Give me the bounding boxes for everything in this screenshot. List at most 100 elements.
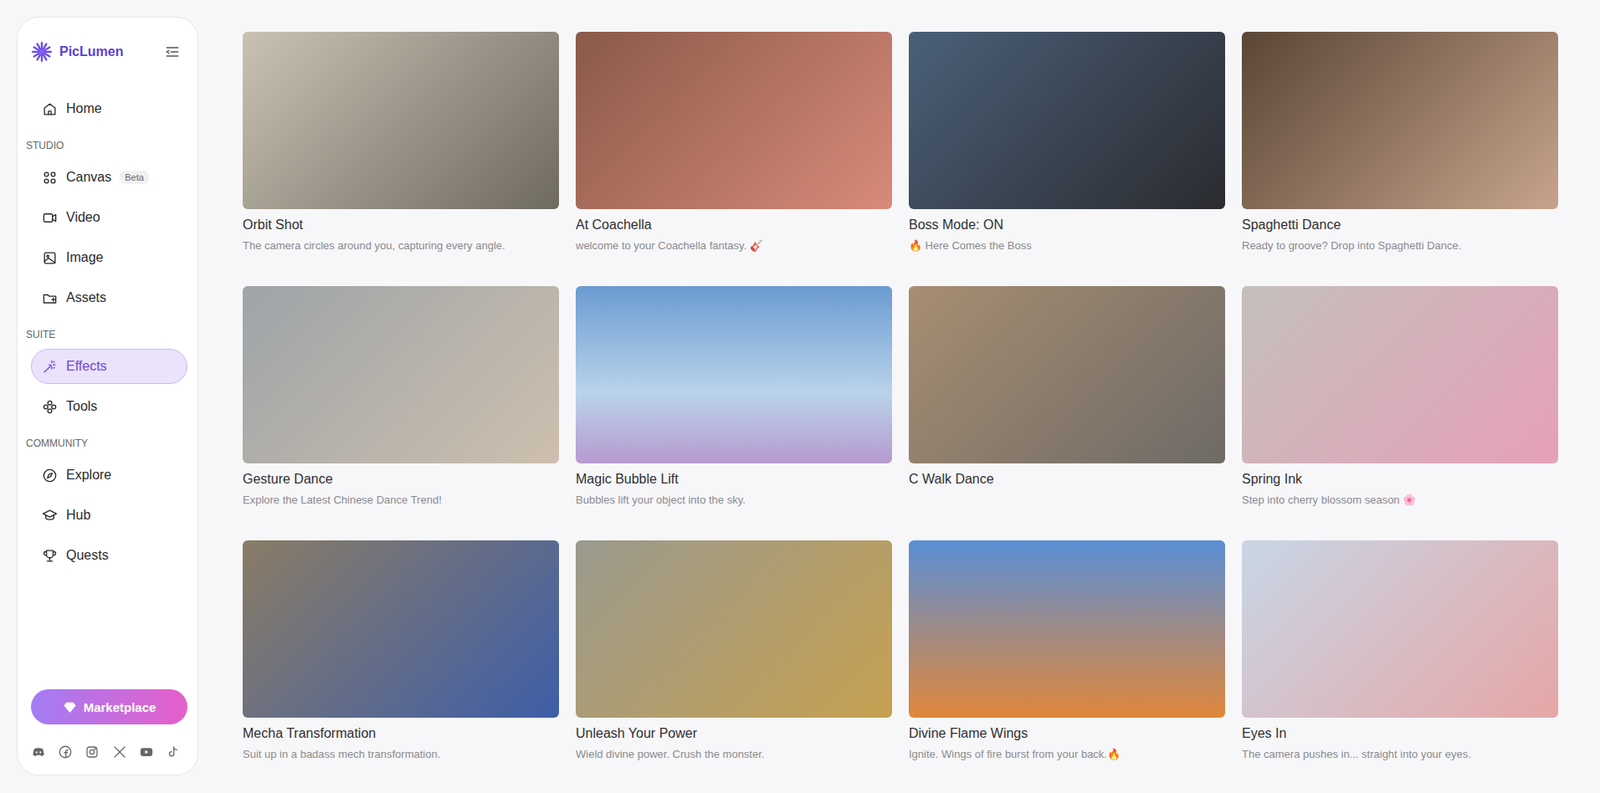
diamond-icon [62, 700, 77, 715]
section-label: COMMUNITY [15, 429, 188, 453]
effect-card[interactable]: Unleash Your Power Wield divine power. C… [575, 540, 893, 774]
sidebar-item[interactable]: Quests [30, 538, 188, 574]
sidebar-item-label: Quests [66, 548, 109, 564]
effect-preview [242, 540, 559, 718]
effect-card[interactable]: At Coachella welcome to your Coachella f… [575, 31, 893, 265]
sidebar: PicLumen Home STUDIO Canvas Beta Video I… [16, 16, 199, 776]
effects-grid: Orbit Shot The camera circles around you… [242, 31, 1559, 774]
effect-card[interactable]: Eyes In The camera pushes in... straight… [1241, 540, 1559, 774]
explore-icon [41, 467, 58, 484]
effect-description: Ignite. Wings of fire burst from your ba… [908, 748, 1226, 761]
effect-title: Orbit Shot [242, 217, 559, 233]
effect-title: Eyes In [1241, 726, 1559, 742]
effect-description: The camera pushes in... straight into yo… [1241, 748, 1559, 761]
sidebar-item-label: Assets [66, 290, 107, 306]
effect-description: Suit up in a badass mech transformation. [242, 748, 559, 761]
sidebar-item[interactable]: Video [30, 200, 188, 236]
effect-card[interactable]: C Walk Dance [908, 286, 1226, 519]
effects-icon [41, 358, 58, 375]
effect-title: Magic Bubble Lift [575, 471, 893, 488]
canvas-icon [41, 169, 58, 186]
effect-description: The camera circles around you, capturing… [242, 239, 559, 252]
effect-preview [242, 286, 559, 464]
section-label: STUDIO [15, 131, 188, 155]
logo-text: PicLumen [59, 44, 124, 60]
social-links [30, 744, 188, 760]
effect-preview [908, 286, 1226, 464]
video-icon [41, 210, 58, 226]
hub-icon [41, 507, 58, 524]
sidebar-item[interactable]: Assets [30, 280, 188, 316]
section-label: SUITE [15, 320, 188, 344]
effect-title: C Walk Dance [908, 471, 1226, 488]
effect-preview [242, 31, 559, 210]
effect-card[interactable]: Spring Ink Step into cherry blossom seas… [1241, 286, 1559, 519]
marketplace-button[interactable]: Marketplace [30, 689, 188, 725]
effect-card[interactable]: Orbit Shot The camera circles around you… [242, 31, 559, 265]
effect-title: Boss Mode: ON [908, 217, 1226, 233]
effect-description: 🔥 Here Comes the Boss [908, 239, 1226, 252]
sidebar-item-label: Explore [66, 467, 112, 483]
collapse-icon[interactable] [164, 43, 181, 61]
effect-preview [1241, 286, 1559, 464]
effect-preview [575, 286, 893, 464]
sidebar-item[interactable]: Tools [30, 389, 188, 425]
marketplace-label: Marketplace [83, 700, 157, 715]
image-icon [41, 250, 58, 267]
effects-gallery: Orbit Shot The camera circles around you… [198, 0, 1600, 774]
effect-card[interactable]: Boss Mode: ON 🔥 Here Comes the Boss [908, 31, 1226, 265]
effect-card[interactable]: Mecha Transformation Suit up in a badass… [242, 540, 559, 774]
effect-description: Bubbles lift your object into the sky. [575, 493, 893, 507]
effect-title: Gesture Dance [242, 471, 559, 488]
sidebar-section: COMMUNITY Explore Hub Quests [30, 429, 188, 574]
effect-preview [1241, 540, 1559, 718]
effect-preview [908, 31, 1226, 210]
sidebar-item-label: Tools [66, 399, 98, 415]
effect-card[interactable]: Gesture Dance Explore the Latest Chinese… [242, 286, 559, 519]
discord-icon[interactable] [30, 744, 47, 760]
sidebar-item-label: Home [66, 101, 103, 117]
beta-badge: Beta [119, 170, 149, 185]
sidebar-section: Home [30, 91, 188, 127]
youtube-icon[interactable] [138, 744, 154, 760]
sidebar-section: STUDIO Canvas Beta Video Image Assets [30, 131, 188, 316]
sidebar-item-label: Effects [66, 358, 108, 375]
effect-preview [1241, 31, 1559, 210]
effect-preview [575, 540, 893, 718]
sidebar-item[interactable]: Canvas Beta [30, 159, 188, 195]
app-root: PicLumen Home STUDIO Canvas Beta Video I… [0, 0, 1600, 793]
assets-icon [41, 290, 58, 307]
effect-title: Spaghetti Dance [1241, 217, 1559, 233]
effect-preview [908, 540, 1226, 718]
logo[interactable]: PicLumen [30, 41, 124, 63]
effect-card[interactable]: Divine Flame Wings Ignite. Wings of fire… [908, 540, 1226, 774]
effect-card[interactable]: Magic Bubble Lift Bubbles lift your obje… [575, 286, 893, 519]
sidebar-item[interactable]: Hub [30, 497, 188, 534]
sidebar-item-label: Video [66, 210, 101, 226]
x-icon[interactable] [112, 744, 128, 760]
effect-title: Spring Ink [1241, 471, 1559, 488]
logo-icon [30, 41, 53, 63]
effect-description: Ready to groove? Drop into Spaghetti Dan… [1241, 239, 1559, 252]
effect-card[interactable]: Spaghetti Dance Ready to groove? Drop in… [1241, 31, 1559, 265]
effect-description: Explore the Latest Chinese Dance Trend! [242, 493, 559, 507]
effect-description: Wield divine power. Crush the monster. [575, 748, 893, 761]
sidebar-item[interactable]: Home [30, 91, 188, 127]
sidebar-section: SUITE Effects Tools [30, 320, 188, 425]
effect-description: welcome to your Coachella fantasy. 🎸 [575, 239, 893, 252]
sidebar-item-label: Image [66, 250, 103, 266]
tiktok-icon[interactable] [165, 744, 181, 760]
sidebar-item[interactable]: Explore [30, 457, 188, 493]
effect-title: Mecha Transformation [242, 726, 559, 742]
sidebar-nav: Home STUDIO Canvas Beta Video Image Asse… [30, 91, 188, 574]
home-icon [41, 101, 58, 118]
effect-title: At Coachella [575, 217, 893, 233]
effect-preview [575, 31, 893, 210]
facebook-icon[interactable] [57, 744, 73, 760]
sidebar-item[interactable]: Effects [30, 348, 188, 385]
logo-row: PicLumen [30, 30, 188, 67]
instagram-icon[interactable] [84, 744, 100, 760]
quests-icon [41, 548, 58, 565]
sidebar-item-label: Canvas [66, 169, 112, 185]
sidebar-item[interactable]: Image [30, 240, 188, 276]
